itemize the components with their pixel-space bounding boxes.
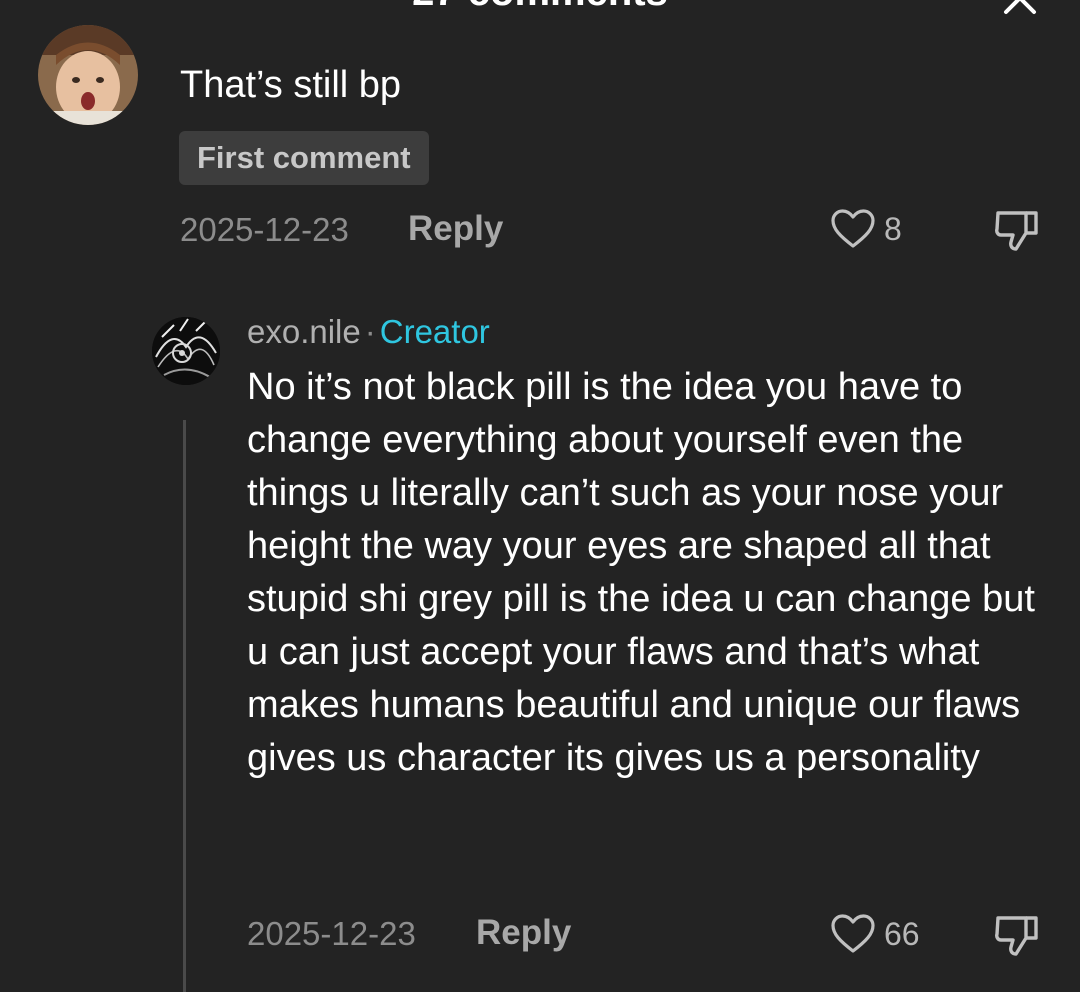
like-button[interactable]: 8 — [830, 208, 902, 250]
comments-panel: 27 comments That’s still bp First commen… — [0, 0, 1080, 992]
separator-dot: · — [364, 313, 376, 350]
reply-text: No it’s not black pill is the idea you h… — [247, 366, 1035, 779]
thumbs-down-icon[interactable] — [992, 207, 1042, 253]
reply-header: exo.nile · Creator — [247, 313, 490, 351]
heart-outline-icon — [830, 913, 876, 955]
comment-text: That’s still bp — [180, 64, 402, 106]
reply-date: 2025-12-23 — [247, 915, 416, 952]
reply-username[interactable]: exo.nile — [247, 313, 361, 350]
creator-avatar[interactable] — [152, 317, 220, 385]
comment-date: 2025-12-23 — [180, 211, 349, 248]
user-avatar[interactable] — [38, 25, 138, 125]
reply-button[interactable]: Reply — [476, 913, 571, 953]
creator-label: Creator — [379, 313, 490, 350]
reply-button[interactable]: Reply — [408, 209, 503, 249]
close-icon[interactable] — [1000, 0, 1040, 18]
heart-outline-icon — [830, 208, 876, 250]
first-comment-badge: First comment — [179, 131, 429, 185]
comments-count-title: 27 comments — [0, 0, 1080, 15]
like-count: 8 — [884, 210, 902, 247]
thumbs-down-icon[interactable] — [992, 912, 1042, 958]
thread-line — [183, 420, 186, 992]
like-count: 66 — [884, 915, 920, 952]
like-button[interactable]: 66 — [830, 913, 920, 955]
